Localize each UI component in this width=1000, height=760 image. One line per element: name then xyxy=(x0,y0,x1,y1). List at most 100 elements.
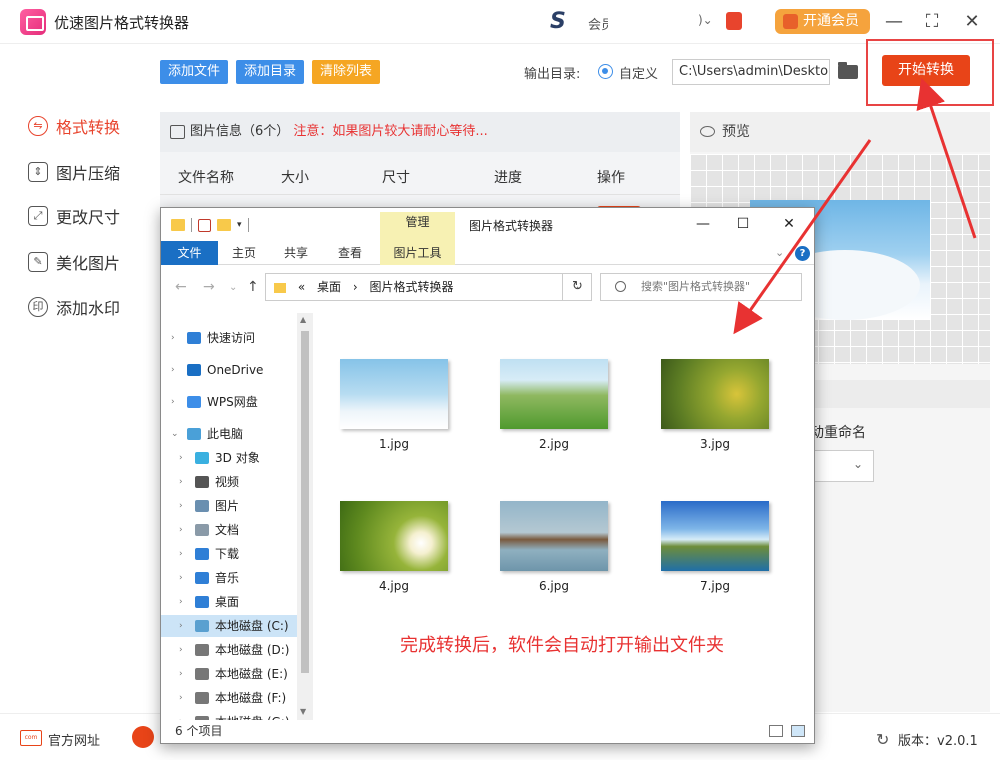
expand-ribbon-icon[interactable]: ⌄ xyxy=(775,246,784,259)
chevron-right-icon[interactable]: › xyxy=(179,567,183,589)
add-directory-button[interactable]: 添加目录 xyxy=(236,60,305,84)
file-item[interactable]: 1.jpg xyxy=(340,359,448,451)
nav-tree-item[interactable]: › 快速访问 xyxy=(161,327,297,349)
explorer-close-button[interactable]: ✕ xyxy=(775,213,803,235)
s-logo-icon[interactable]: S xyxy=(550,10,576,34)
nav-tree-item[interactable]: › 文档 xyxy=(161,519,297,541)
help-icon[interactable]: ? xyxy=(795,246,810,261)
explorer-minimize-button[interactable]: — xyxy=(689,213,717,235)
tab-share[interactable]: 共享 xyxy=(275,241,317,265)
sidebar-item-watermark[interactable]: 印 添加水印 xyxy=(28,294,120,320)
explorer-maximize-button[interactable]: ☐ xyxy=(729,213,757,235)
nav-tree-item[interactable]: › 视频 xyxy=(161,471,297,493)
nav-tree-label: 本地磁盘 (F:) xyxy=(215,691,287,705)
chevron-right-icon[interactable]: › xyxy=(179,543,183,565)
file-item[interactable]: 7.jpg xyxy=(661,501,769,593)
sidebar-item-format-convert[interactable]: ⇋ 格式转换 xyxy=(28,113,120,139)
chevron-right-icon[interactable]: › xyxy=(171,391,175,413)
chevron-right-icon[interactable]: › xyxy=(179,639,183,661)
address-bar[interactable]: « 桌面 › 图片格式转换器 ⌄ xyxy=(265,273,592,301)
clear-list-button[interactable]: 清除列表 xyxy=(312,60,381,84)
search-icon xyxy=(615,281,626,292)
custom-radio[interactable] xyxy=(598,64,613,79)
chevron-down-icon[interactable]: ⌄ xyxy=(171,423,179,445)
nav-tree-item[interactable]: › 音乐 xyxy=(161,567,297,589)
nav-tree-item[interactable]: › OneDrive xyxy=(161,359,297,381)
file-item[interactable]: 2.jpg xyxy=(500,359,608,451)
nav-tree-item[interactable]: › 本地磁盘 (C:) xyxy=(161,615,297,637)
update-icon[interactable]: ↻ xyxy=(876,730,889,749)
custom-radio-label[interactable]: 自定义 xyxy=(619,63,658,82)
chevron-right-icon[interactable]: › xyxy=(179,471,183,493)
tab-home[interactable]: 主页 xyxy=(223,241,265,265)
sidebar-item-resize[interactable]: ⤢ 更改尺寸 xyxy=(28,203,120,229)
tab-view[interactable]: 查看 xyxy=(329,241,371,265)
file-item[interactable]: 4.jpg xyxy=(340,501,448,593)
scroll-thumb[interactable] xyxy=(301,331,309,673)
folder-icon[interactable] xyxy=(171,219,185,231)
breadcrumb-current[interactable]: 图片格式转换器 xyxy=(369,280,453,294)
open-vip-label: 开通会员 xyxy=(803,13,859,29)
close-button[interactable]: ✕ xyxy=(960,10,984,34)
rename-select[interactable]: ⌄ xyxy=(810,450,874,482)
nav-tree-item[interactable]: › 桌面 xyxy=(161,591,297,613)
nav-tree-item[interactable]: › 本地磁盘 (D:) xyxy=(161,639,297,661)
thumbnail xyxy=(340,359,448,429)
nav-tree-item[interactable]: › 下载 xyxy=(161,543,297,565)
folder-icon[interactable] xyxy=(838,62,858,79)
eye-icon xyxy=(700,126,715,137)
recent-locations-icon[interactable]: ⌄ xyxy=(229,282,237,293)
nav-tree-item[interactable]: ⌄ 此电脑 xyxy=(161,423,297,445)
chevron-right-icon[interactable]: › xyxy=(179,687,183,709)
chevron-right-icon[interactable]: › xyxy=(171,359,175,381)
chevron-down-icon[interactable]: )⌄ xyxy=(698,13,713,27)
wps-icon[interactable] xyxy=(726,12,742,30)
output-path-input[interactable]: C:\Users\admin\Desktop xyxy=(672,59,830,85)
search-input[interactable]: 搜索"图片格式转换器" xyxy=(600,273,802,301)
nav-tree-item[interactable]: › 3D 对象 xyxy=(161,447,297,469)
breadcrumb-desktop[interactable]: 桌面 xyxy=(317,280,341,294)
nav-tree-item[interactable]: › 图片 xyxy=(161,495,297,517)
chevron-right-icon[interactable]: › xyxy=(179,519,183,541)
tab-file[interactable]: 文件 xyxy=(161,241,218,265)
properties-icon[interactable] xyxy=(198,218,211,232)
sidebar-item-compress[interactable]: ⇕ 图片压缩 xyxy=(28,159,120,185)
chevron-right-icon[interactable]: › xyxy=(179,591,183,613)
chevron-right-icon[interactable]: › xyxy=(179,447,183,469)
open-vip-button[interactable]: 开通会员 xyxy=(775,9,870,34)
nav-tree-item[interactable]: › 本地磁盘 (F:) xyxy=(161,687,297,709)
new-folder-icon[interactable] xyxy=(217,219,231,231)
forward-arrow-icon[interactable]: → xyxy=(203,279,215,295)
nav-tree-item[interactable]: › WPS网盘 xyxy=(161,391,297,413)
large-icons-view-icon[interactable] xyxy=(791,725,805,737)
tab-picture-tools[interactable]: 图片工具 xyxy=(380,241,455,265)
add-files-button[interactable]: 添加文件 xyxy=(160,60,229,84)
back-arrow-icon[interactable]: ← xyxy=(175,279,187,295)
official-site-link[interactable]: 官方网址 xyxy=(48,730,100,749)
manage-context-tab[interactable]: 管理 xyxy=(380,212,455,241)
file-item[interactable]: 6.jpg xyxy=(500,501,608,593)
nav-tree-item[interactable]: › 本地磁盘 (G:) xyxy=(161,711,297,720)
minimize-button[interactable]: — xyxy=(882,10,906,34)
up-arrow-icon[interactable]: ↑ xyxy=(247,279,259,295)
sidebar-item-beautify[interactable]: ✎ 美化图片 xyxy=(28,249,120,275)
website-icon[interactable]: com xyxy=(20,730,42,746)
breadcrumb-overflow[interactable]: « xyxy=(298,280,305,294)
chevron-right-icon[interactable]: › xyxy=(179,495,183,517)
scroll-up-icon[interactable]: ▲ xyxy=(300,315,306,324)
image-icon xyxy=(170,125,185,139)
file-item[interactable]: 3.jpg xyxy=(661,359,769,451)
chevron-right-icon[interactable]: › xyxy=(179,615,183,637)
nav-scrollbar[interactable]: ▲ ▼ xyxy=(297,313,313,720)
refresh-button[interactable]: ↻ xyxy=(562,273,592,301)
details-view-icon[interactable] xyxy=(769,725,783,737)
scroll-down-icon[interactable]: ▼ xyxy=(300,707,306,716)
customize-qat-icon[interactable]: ▾ xyxy=(237,220,242,230)
chevron-right-icon[interactable]: › xyxy=(171,327,175,349)
member-label[interactable]: 会员 xyxy=(588,14,608,33)
customer-service-icon[interactable] xyxy=(132,726,154,748)
maximize-button[interactable]: ⛶ xyxy=(920,10,944,34)
chevron-right-icon[interactable]: › xyxy=(179,711,183,720)
nav-tree-item[interactable]: › 本地磁盘 (E:) xyxy=(161,663,297,685)
chevron-right-icon[interactable]: › xyxy=(179,663,183,685)
